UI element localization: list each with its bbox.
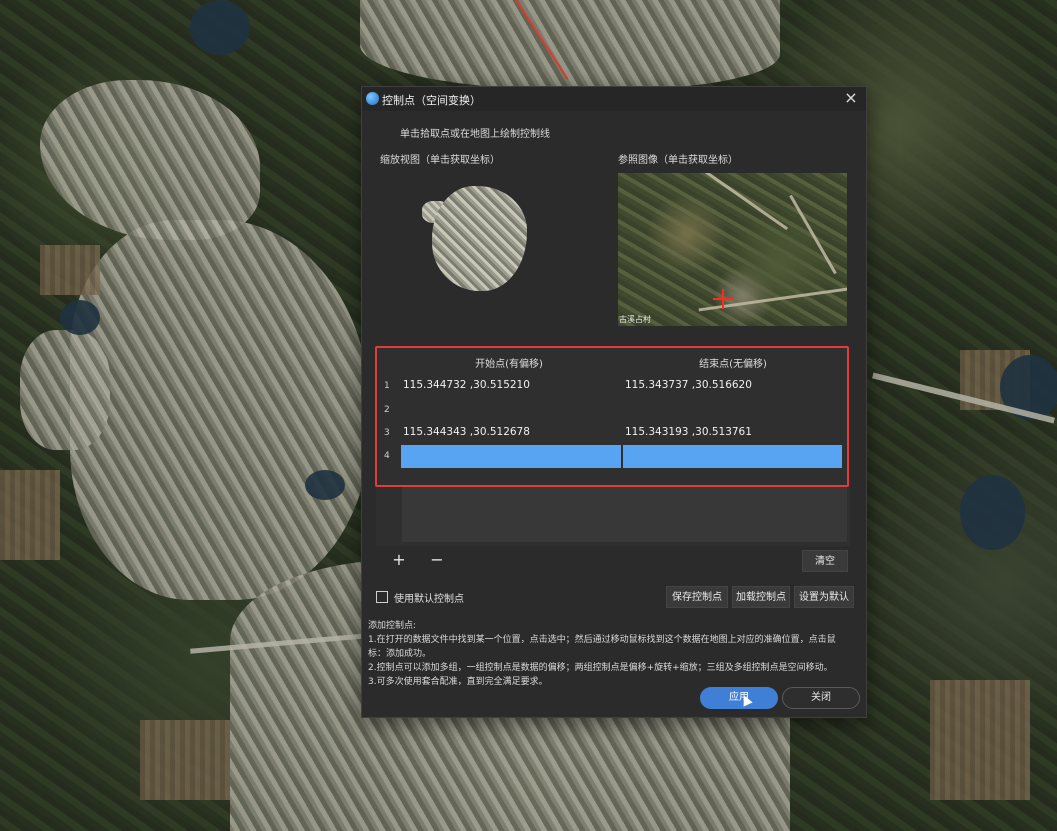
crosshair-marker-icon: [713, 289, 733, 309]
load-control-points-button[interactable]: 加载控制点: [732, 586, 790, 608]
dialog-titlebar[interactable]: 控制点（空间变换） ×: [362, 87, 866, 111]
reference-image-label: 参照图像（单击获取坐标）: [618, 155, 738, 166]
map-field: [930, 680, 1030, 800]
zoom-data-preview: [432, 186, 527, 291]
map-pond: [190, 0, 250, 55]
use-default-checkbox[interactable]: [376, 591, 388, 603]
save-control-points-button[interactable]: 保存控制点: [666, 586, 728, 608]
map-pond: [305, 470, 345, 500]
close-button[interactable]: 关闭: [782, 687, 860, 709]
map-imagery-tile: [40, 80, 260, 240]
reference-image-canvas[interactable]: 古溪占村: [618, 173, 847, 326]
reference-road: [687, 173, 789, 231]
clear-button[interactable]: 清空: [802, 550, 848, 572]
dialog-title: 控制点（空间变换）: [382, 94, 481, 107]
help-title: 添加控制点:: [368, 621, 417, 631]
map-pond: [60, 300, 100, 335]
reference-road: [789, 194, 837, 275]
remove-point-button[interactable]: −: [422, 549, 452, 573]
map-imagery-tile: [20, 330, 110, 450]
close-icon[interactable]: ×: [842, 89, 860, 107]
help-line-1: 1.在打开的数据文件中找到某一个位置，点击选中；然后通过移动鼠标找到这个数据在地…: [368, 635, 836, 645]
set-default-button[interactable]: 设置为默认: [794, 586, 854, 608]
control-points-dialog: 控制点（空间变换） × 单击拾取点或在地图上绘制控制线 缩放视图（单击获取坐标）…: [361, 86, 867, 718]
map-field: [140, 720, 230, 800]
map-field: [40, 245, 100, 295]
map-field: [0, 470, 60, 560]
help-line-2: 2.控制点可以添加多组，一组控制点是数据的偏移；两组控制点是偏移+旋转+缩放；三…: [368, 663, 833, 673]
table-highlight-box: [375, 346, 849, 487]
zoom-view-canvas[interactable]: [422, 181, 542, 305]
help-line-1b: 标：添加成功。: [368, 649, 432, 659]
map-imagery-tile: [360, 0, 780, 90]
map-imagery-tile: [70, 220, 370, 600]
zoom-view-label: 缩放视图（单击获取坐标）: [380, 155, 500, 166]
map-pond: [960, 475, 1025, 550]
use-default-label[interactable]: 使用默认控制点: [394, 590, 464, 605]
table-empty-area: [402, 487, 847, 542]
instruction-text: 单击拾取点或在地图上绘制控制线: [400, 129, 550, 140]
app-globe-icon: [366, 92, 379, 105]
add-point-button[interactable]: +: [384, 549, 414, 573]
help-text: 添加控制点: 1.在打开的数据文件中找到某一个位置，点击选中；然后通过移动鼠标找…: [368, 619, 864, 689]
reference-caption: 古溪占村: [619, 315, 651, 324]
